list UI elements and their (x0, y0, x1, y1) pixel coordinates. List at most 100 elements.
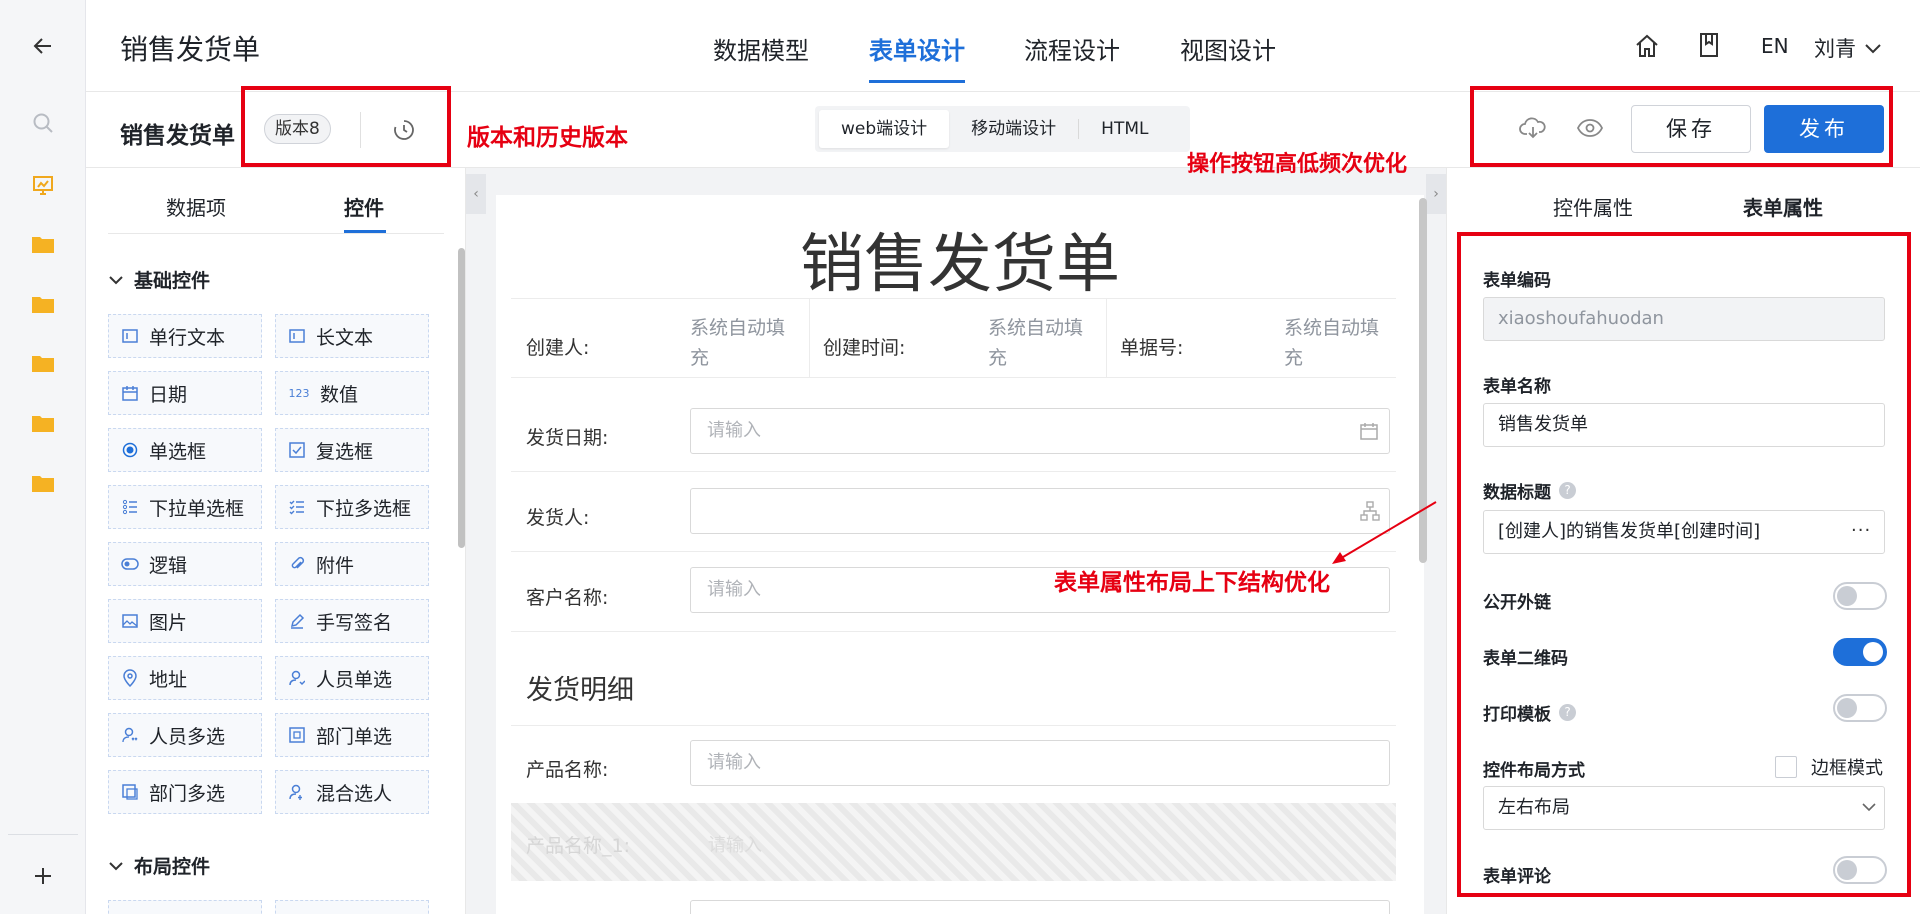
dragging-placeholder-row[interactable] (511, 803, 1396, 881)
book-icon[interactable] (1698, 32, 1720, 58)
image-icon (121, 612, 139, 630)
field-label: 产品名称_1: (526, 835, 630, 857)
collapse-left-handle[interactable]: ‹ (466, 174, 486, 214)
row-divider (511, 551, 1396, 552)
user-menu[interactable]: 刘青 (1814, 33, 1882, 63)
control-label: 下拉多选框 (316, 497, 412, 520)
group-title: 布局控件 (134, 856, 211, 878)
annotation-box-buttons (1470, 86, 1893, 167)
folder-icon[interactable] (0, 224, 86, 264)
annotation-box-version (241, 86, 451, 167)
active-tab-indicator (869, 80, 965, 83)
collapse-right-handle[interactable]: › (1426, 174, 1446, 214)
control-label: 图片 (149, 611, 188, 634)
row-divider (511, 471, 1396, 472)
control-checkbox[interactable]: 复选框 (275, 428, 429, 472)
folder-icon[interactable] (0, 463, 86, 503)
control-label: 单行文本 (149, 326, 226, 349)
chevron-down-icon (1864, 42, 1882, 54)
row-divider (511, 631, 1396, 632)
design-canvas: ‹ › 销售发货单 创建人: 系统自动填充 创建时间: 系统自动填充 单据号: … (466, 168, 1446, 914)
form-title[interactable]: 销售发货单 (496, 213, 1424, 305)
basic-controls-header[interactable]: 基础控件 (108, 266, 210, 293)
layout-controls-header[interactable]: 布局控件 (108, 852, 210, 879)
active-tab-indicator (344, 230, 386, 233)
design-mode-switch: web端设计 移动端设计 HTML (815, 106, 1190, 152)
control-single-line-text[interactable]: 单行文本 (108, 314, 262, 358)
tab-divider (108, 233, 444, 234)
field-label: 单据号: (1120, 337, 1184, 359)
folder-icon[interactable] (0, 284, 86, 324)
annotation-box-properties (1457, 232, 1911, 897)
control-dept-single[interactable]: 部门单选 (275, 713, 429, 757)
tab-flow-design[interactable]: 流程设计 (1024, 31, 1120, 66)
control-label: 人员多选 (149, 725, 226, 748)
back-arrow-icon[interactable] (0, 26, 86, 66)
dashboard-icon[interactable] (0, 165, 86, 205)
control-long-text[interactable]: 长文本 (275, 314, 429, 358)
field-label: 创建时间: (823, 337, 906, 359)
plus-icon[interactable] (0, 856, 86, 896)
attachment-icon (288, 555, 306, 573)
control-label: 人员单选 (316, 668, 393, 691)
mode-web[interactable]: web端设计 (819, 110, 950, 148)
calendar-icon (1360, 422, 1378, 440)
control-dept-multi[interactable]: 部门多选 (108, 770, 262, 814)
tab-controls[interactable]: 控件 (344, 192, 384, 221)
tab-form-properties[interactable]: 表单属性 (1743, 192, 1823, 221)
ship-date-input[interactable]: 请输入 (690, 408, 1390, 454)
home-icon[interactable] (1634, 33, 1660, 59)
control-label: 长文本 (316, 326, 374, 349)
control-number[interactable]: 123 数值 (275, 371, 429, 415)
form-name: 销售发货单 (120, 123, 235, 149)
control-label: 下拉单选框 (149, 497, 245, 520)
tab-data-model[interactable]: 数据模型 (713, 31, 809, 66)
control-logic[interactable]: 逻辑 (108, 542, 262, 586)
mode-mobile[interactable]: 移动端设计 (949, 110, 1078, 148)
tab-form-design[interactable]: 表单设计 (869, 31, 965, 66)
folder-icon[interactable] (0, 403, 86, 443)
control-date[interactable]: 日期 (108, 371, 262, 415)
controls-panel: 数据项 控件 基础控件 单行文本 长文本 日期 123 数值 单选框 复选框 下拉… (86, 168, 466, 914)
user-name: 刘青 (1814, 37, 1856, 61)
control-signature[interactable]: 手写签名 (275, 599, 429, 643)
shipper-input[interactable] (690, 488, 1390, 534)
control-address[interactable]: 地址 (108, 656, 262, 700)
control-image[interactable]: 图片 (108, 599, 262, 643)
control-attachment[interactable]: 附件 (275, 542, 429, 586)
control-label: 复选框 (316, 440, 374, 463)
control-mixed-user[interactable]: 混合选人 (275, 770, 429, 814)
ghost-input-placeholder: 请输入 (708, 835, 762, 856)
product-name-input[interactable]: 请输入 (690, 740, 1390, 786)
tab-view-design[interactable]: 视图设计 (1180, 31, 1276, 66)
group-title: 基础控件 (134, 270, 211, 292)
app-title: 销售发货单 (120, 33, 261, 66)
tab-control-properties[interactable]: 控件属性 (1553, 192, 1633, 221)
field-label: 发货日期: (526, 427, 609, 449)
signature-icon (288, 612, 306, 630)
form-sheet: 销售发货单 创建人: 系统自动填充 创建时间: 系统自动填充 单据号: 系统自动… (496, 195, 1424, 914)
mode-html[interactable]: HTML (1079, 110, 1170, 148)
field-label: 创建人: (526, 337, 590, 359)
control-layout-item[interactable] (275, 900, 429, 914)
logic-toggle-icon (121, 555, 139, 573)
tab-data-items[interactable]: 数据项 (166, 192, 226, 221)
control-label: 手写签名 (316, 611, 393, 634)
next-input[interactable] (690, 900, 1390, 914)
control-dropdown-multi[interactable]: 下拉多选框 (275, 485, 429, 529)
control-radio[interactable]: 单选框 (108, 428, 262, 472)
language-switch[interactable]: EN (1761, 34, 1789, 58)
control-label: 日期 (149, 383, 188, 406)
annotation-layout: 表单属性布局上下结构优化 (1054, 570, 1330, 596)
control-dropdown-single[interactable]: 下拉单选框 (108, 485, 262, 529)
panel-scrollbar[interactable] (458, 248, 465, 548)
row-divider (511, 377, 1396, 378)
folder-icon[interactable] (0, 343, 86, 383)
control-label: 部门多选 (149, 782, 226, 805)
left-rail (0, 0, 86, 914)
search-icon[interactable] (0, 103, 86, 143)
annotation-arrow-icon (1332, 501, 1437, 564)
control-user-single[interactable]: 人员单选 (275, 656, 429, 700)
control-user-multi[interactable]: 人员多选 (108, 713, 262, 757)
control-layout-item[interactable] (108, 900, 262, 914)
